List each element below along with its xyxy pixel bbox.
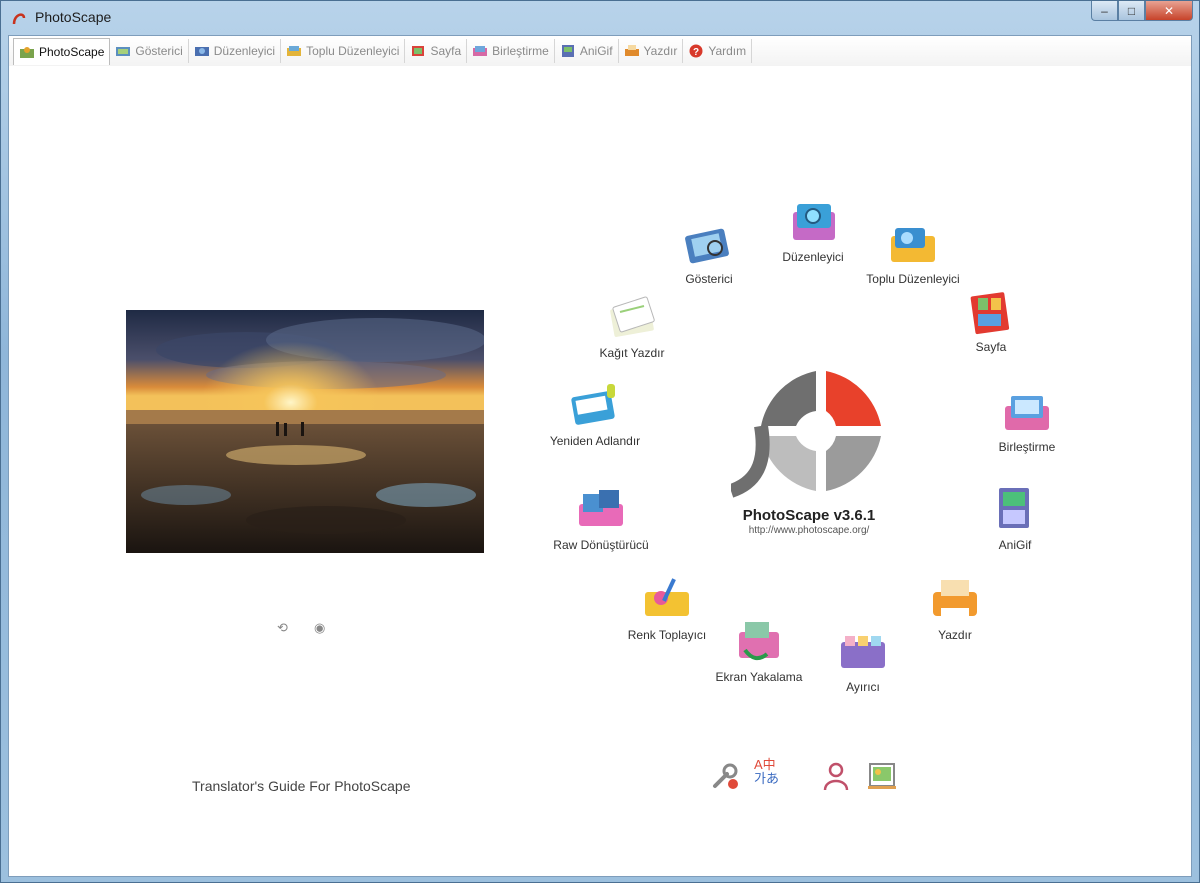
website-url[interactable]: http://www.photoscape.org/ [709,525,909,536]
language-icon[interactable]: A中 가あ [754,758,786,790]
tab-label: Gösterici [135,44,183,58]
tab-yazdir[interactable]: Yazdır [619,39,684,63]
window-controls: – □ ✕ [1091,1,1193,23]
combine-icon [473,46,488,56]
tool-label: Yazdır [938,628,972,642]
tool-label: Ekran Yakalama [715,670,803,684]
tool-label: Toplu Düzenleyici [866,272,960,286]
language-glyph-c: 가 [754,771,766,786]
tab-label: Birleştirme [492,44,549,58]
tool-label: Birleştirme [998,440,1056,454]
tool-yeniden-adlandir[interactable]: Yeniden Adlandır [535,380,655,448]
paper-print-icon [610,296,655,337]
wrench-settings-icon[interactable] [709,760,741,792]
rotate-icon[interactable]: ⟲ [277,620,288,636]
app-window: PhotoScape – □ ✕ PhotoScape Gösterici Dü… [0,0,1200,883]
raw-converter-icon [579,490,623,526]
tab-yardim[interactable]: ? Yardım [683,39,753,63]
photoscape-logo [731,371,881,498]
language-glyph-b: 中 [762,757,776,772]
tool-anigif[interactable]: AniGif [955,484,1075,552]
tool-toplu-duzenleyici[interactable]: Toplu Düzenleyici [853,218,973,286]
page-icon [412,46,425,56]
tab-duzenleyici[interactable]: Düzenleyici [189,39,282,63]
editor-icon [793,204,835,240]
editor-icon [194,47,209,56]
tool-label: Raw Dönüştürücü [553,538,649,552]
language-glyph-a: A [754,757,763,772]
tool-gosterici[interactable]: Gösterici [649,218,769,286]
home-panel: ⟲ ◉ Translator's Guide For PhotoScape Ph… [9,66,1191,876]
tab-label: Yardım [708,44,747,58]
maximize-button[interactable]: □ [1118,1,1145,21]
tool-label: Yeniden Adlandır [549,434,641,448]
batch-editor-icon [891,228,935,262]
tool-raw-donusturucu[interactable]: Raw Dönüştürücü [541,484,661,552]
print-icon [624,45,639,56]
viewer-icon [116,47,131,56]
client-area: PhotoScape Gösterici Düzenleyici Toplu D… [8,35,1192,877]
translators-guide-link[interactable]: Translator's Guide For PhotoScape [192,778,410,794]
tab-photoscape[interactable]: PhotoScape [13,37,111,65]
tab-birlestirme[interactable]: Birleştirme [467,39,555,63]
tab-label: Yazdır [643,44,678,58]
tab-label: Sayfa [430,44,462,58]
minimize-button[interactable]: – [1091,1,1118,21]
tab-sayfa[interactable]: Sayfa [405,39,468,63]
anigif-icon [561,45,574,57]
viewer-icon [685,228,729,264]
tool-label: Gösterici [685,272,733,286]
title-bar[interactable]: PhotoScape – □ ✕ [1,1,1199,35]
tab-toplu-duzenleyici[interactable]: Toplu Düzenleyici [281,39,406,63]
tool-birlestirme[interactable]: Birleştirme [967,386,1087,454]
tab-bar: PhotoScape Gösterici Düzenleyici Toplu D… [9,36,1191,66]
rename-icon [571,384,615,425]
tool-label: Sayfa [975,340,1007,354]
view-icon[interactable]: ◉ [314,620,325,636]
tab-gosterici[interactable]: Gösterici [110,39,189,63]
image-frame-icon[interactable] [866,760,898,792]
window-title: PhotoScape [35,9,112,25]
batch-editor-icon [287,46,302,56]
tool-label: Düzenleyici [782,250,844,264]
anigif-icon [999,488,1029,528]
tool-kagit-yazdir[interactable]: Kağıt Yazdır [572,292,692,360]
tab-anigif[interactable]: AniGif [555,39,619,63]
tab-label: AniGif [579,44,613,58]
tool-label: Ayırıcı [846,680,880,694]
combine-icon [1005,396,1049,430]
print-icon [933,580,977,618]
person-icon[interactable] [820,760,852,792]
tool-label: Kağıt Yazdır [599,346,665,360]
close-button[interactable]: ✕ [1145,1,1193,21]
help-icon: ? [689,44,703,58]
page-icon [970,292,1010,335]
tool-label: Renk Toplayıcı [627,628,707,642]
tab-label: PhotoScape [39,44,105,59]
sunset-beach-image [126,310,484,553]
tool-sayfa[interactable]: Sayfa [931,286,1051,354]
svg-text:?: ? [693,47,699,58]
screen-capture-icon [739,622,779,661]
tool-renk-toplayici[interactable]: Renk Toplayıcı [607,574,727,642]
color-picker-icon [645,578,689,616]
tab-label: Düzenleyici [213,44,276,58]
photoscape-icon [20,46,34,58]
splitter-icon [841,636,885,668]
tool-ayirici[interactable]: Ayırıcı [803,626,923,694]
app-version: PhotoScape v3.6.1 [742,507,876,524]
tab-label: Toplu Düzenleyici [306,44,400,58]
tool-label: AniGif [998,538,1032,552]
photoscape-app-icon [12,13,26,25]
language-glyph-d: あ [765,771,779,786]
slideshow-photo[interactable] [126,310,484,553]
